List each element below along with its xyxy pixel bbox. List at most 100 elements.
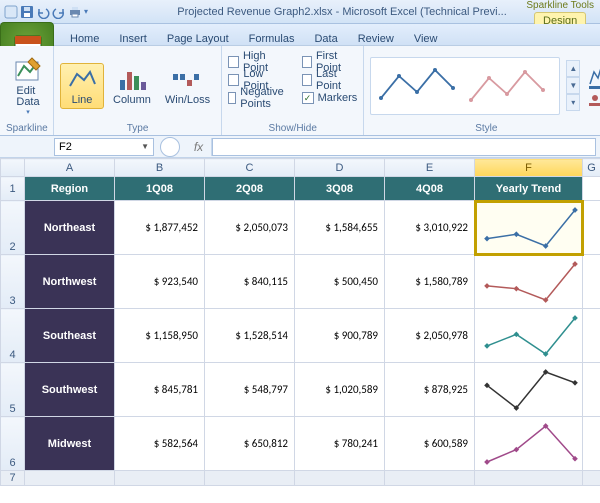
ribbon: Edit Data ▾ Sparkline Line Column Win/Lo… (0, 46, 600, 136)
checkbox-icon (228, 74, 239, 86)
row-header[interactable]: 6 (1, 417, 25, 471)
cell[interactable]: $ 900,789 (295, 309, 385, 363)
cell[interactable] (583, 309, 600, 363)
cell[interactable] (583, 363, 600, 417)
cell[interactable]: $ 1,580,789 (385, 255, 475, 309)
cell[interactable] (385, 471, 475, 486)
formula-input[interactable] (212, 138, 596, 156)
checkbox-label: Negative Points (240, 86, 287, 110)
group-show-hide: High PointLow PointNegative Points First… (222, 46, 364, 135)
print-icon[interactable] (68, 5, 82, 19)
cell[interactable]: $ 780,241 (295, 417, 385, 471)
cell[interactable] (205, 471, 295, 486)
sparkline-column-icon (117, 66, 147, 92)
cell[interactable]: 4Q08 (385, 177, 475, 201)
undo-icon[interactable] (36, 5, 50, 19)
excel-system-icon (4, 5, 18, 19)
cell[interactable] (583, 177, 600, 201)
cell[interactable] (583, 471, 600, 486)
row-header[interactable]: 7 (1, 471, 25, 486)
fx-icon[interactable]: fx (186, 138, 212, 156)
cell[interactable]: $ 2,050,978 (385, 309, 475, 363)
cell[interactable]: Region (25, 177, 115, 201)
cell-region[interactable]: Northeast (25, 201, 115, 255)
cell-region[interactable]: Southeast (25, 309, 115, 363)
style-gallery-scroll[interactable]: ▲ ▼ ▾ (566, 60, 580, 111)
row-header[interactable]: 5 (1, 363, 25, 417)
cell[interactable]: $ 582,564 (115, 417, 205, 471)
cell-region[interactable]: Southwest (25, 363, 115, 417)
col-header[interactable]: B (115, 159, 205, 177)
cell[interactable] (475, 471, 583, 486)
cell[interactable] (115, 471, 205, 486)
cell[interactable]: 1Q08 (115, 177, 205, 201)
cell[interactable]: $ 878,925 (385, 363, 475, 417)
cell-region[interactable]: Northwest (25, 255, 115, 309)
cell-sparkline[interactable] (475, 363, 583, 417)
col-header[interactable]: A (25, 159, 115, 177)
type-column-button[interactable]: Column (108, 63, 156, 109)
name-box[interactable]: F2 ▼ (54, 138, 154, 156)
cancel-enter-area (160, 137, 180, 157)
cell[interactable]: 3Q08 (295, 177, 385, 201)
type-line-button[interactable]: Line (60, 63, 104, 109)
scroll-down-icon[interactable]: ▼ (566, 77, 580, 94)
column-header-row[interactable]: A B C D E F G (1, 159, 600, 177)
sparkline-icon (481, 258, 581, 306)
col-header[interactable]: C (205, 159, 295, 177)
cell[interactable]: $ 650,812 (205, 417, 295, 471)
save-icon[interactable] (20, 5, 34, 19)
checkbox-negative-points[interactable]: Negative Points (228, 89, 287, 107)
sparkline-color-icon[interactable] (588, 62, 600, 90)
checkbox-last-point[interactable]: Last Point (302, 71, 358, 89)
checkbox-icon (302, 74, 312, 86)
col-header[interactable]: D (295, 159, 385, 177)
cell[interactable]: $ 500,450 (295, 255, 385, 309)
col-header[interactable]: G (583, 159, 600, 177)
cell-sparkline[interactable] (475, 417, 583, 471)
row-header[interactable]: 4 (1, 309, 25, 363)
cell[interactable]: 2Q08 (205, 177, 295, 201)
expand-gallery-icon[interactable]: ▾ (566, 94, 580, 111)
cell-sparkline[interactable] (475, 255, 583, 309)
cell[interactable]: Yearly Trend (475, 177, 583, 201)
style-gallery[interactable] (370, 57, 560, 115)
scroll-up-icon[interactable]: ▲ (566, 60, 580, 77)
edit-data-button[interactable]: Edit Data ▾ (6, 53, 50, 119)
select-all-corner[interactable] (1, 159, 25, 177)
cell[interactable]: $ 923,540 (115, 255, 205, 309)
cell[interactable]: $ 548,797 (205, 363, 295, 417)
cell[interactable] (25, 471, 115, 486)
cell[interactable]: $ 1,877,452 (115, 201, 205, 255)
marker-color-icon[interactable] (588, 93, 600, 107)
col-header[interactable]: E (385, 159, 475, 177)
cell[interactable] (583, 201, 600, 255)
worksheet-grid[interactable]: A B C D E F G 1 Region 1Q08 2Q08 3Q08 4Q… (0, 158, 600, 486)
cell[interactable]: $ 845,781 (115, 363, 205, 417)
cell[interactable]: $ 3,010,922 (385, 201, 475, 255)
cell-sparkline[interactable] (475, 201, 583, 255)
cell[interactable] (295, 471, 385, 486)
cell[interactable] (583, 417, 600, 471)
cell-sparkline[interactable] (475, 309, 583, 363)
cell[interactable]: $ 840,115 (205, 255, 295, 309)
cell[interactable] (583, 255, 600, 309)
row-header[interactable]: 2 (1, 201, 25, 255)
cell[interactable]: $ 1,584,655 (295, 201, 385, 255)
cell[interactable]: $ 600,589 (385, 417, 475, 471)
cell[interactable]: $ 2,050,073 (205, 201, 295, 255)
cell[interactable]: $ 1,020,589 (295, 363, 385, 417)
col-header[interactable]: F (475, 159, 583, 177)
ribbon-tabs: HomeInsertPage LayoutFormulasDataReviewV… (0, 24, 600, 46)
cell-region[interactable]: Midwest (25, 417, 115, 471)
redo-icon[interactable] (52, 5, 66, 19)
namebox-dropdown-icon[interactable]: ▼ (141, 142, 149, 151)
sparkline-icon (481, 312, 581, 360)
group-type: Line Column Win/Loss Type (54, 46, 222, 135)
row-header[interactable]: 3 (1, 255, 25, 309)
type-winloss-button[interactable]: Win/Loss (160, 63, 215, 109)
cell[interactable]: $ 1,528,514 (205, 309, 295, 363)
row-header[interactable]: 1 (1, 177, 25, 201)
checkbox-markers[interactable]: ✓Markers (302, 89, 358, 107)
cell[interactable]: $ 1,158,950 (115, 309, 205, 363)
